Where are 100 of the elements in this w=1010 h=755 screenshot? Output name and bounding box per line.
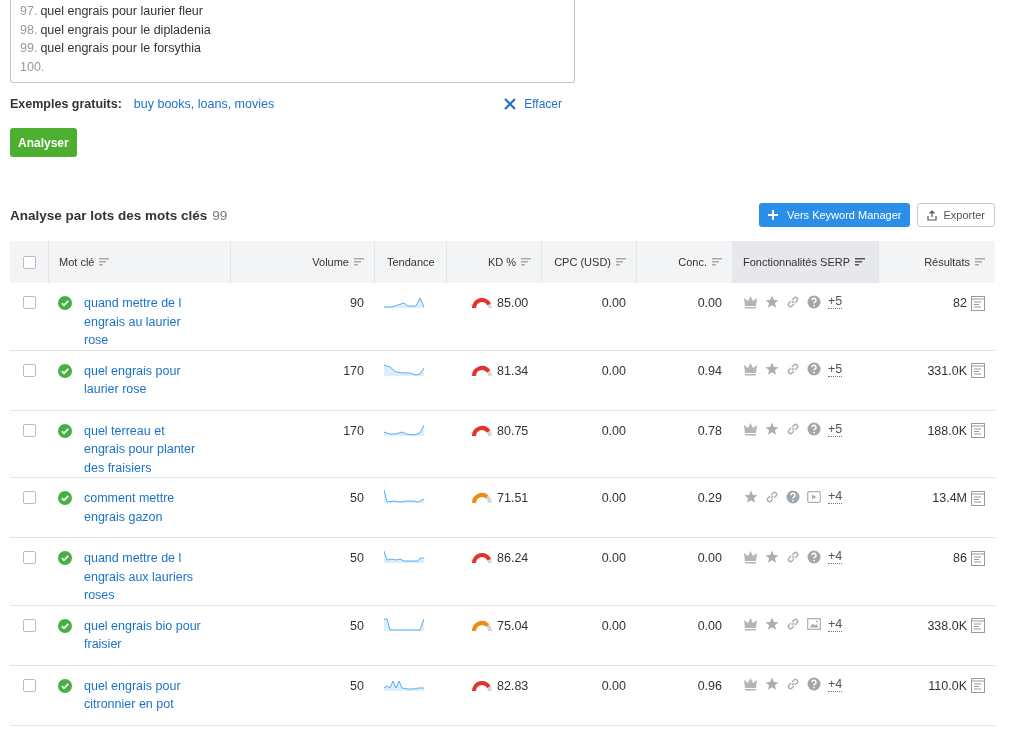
more-features-link[interactable]: +5	[828, 361, 843, 377]
difficulty-gauge-icon	[471, 552, 493, 565]
competition-cell-text: 0.96	[696, 677, 723, 695]
check-circle-icon	[58, 551, 72, 565]
star-icon	[765, 422, 779, 436]
kd-value: 81.34	[497, 362, 529, 380]
star-icon	[765, 294, 779, 309]
results-count: 99	[212, 207, 228, 223]
trend-sparkline	[384, 616, 424, 631]
more-features-link[interactable]: +5	[828, 421, 843, 437]
volume-cell-text: 90	[349, 295, 365, 312]
sort-icon	[521, 258, 531, 266]
competition-cell-text: 0.29	[696, 490, 723, 507]
column-header[interactable]: CPC (USD)	[541, 241, 636, 283]
difficulty-gauge-icon	[471, 679, 493, 692]
competition-cell-text: 0.94	[696, 362, 723, 380]
keyword-link[interactable]: comment mettre engrais gazon	[84, 489, 208, 526]
link-icon	[786, 294, 800, 309]
cpc-cell-text: 0.00	[600, 550, 627, 567]
keyword-link[interactable]: quel engrais pour citronnier en pot	[84, 676, 208, 714]
column-header[interactable]: Résultats	[878, 241, 995, 283]
examples-label: Exemples gratuits:	[10, 97, 122, 111]
crown-icon	[744, 422, 758, 436]
row-checkbox[interactable]	[22, 491, 36, 504]
export-button[interactable]: Exporter	[917, 203, 995, 227]
plus-icon	[768, 210, 779, 220]
more-features-link[interactable]: +5	[828, 294, 843, 309]
question-icon	[807, 294, 821, 309]
column-header[interactable]: KD %	[446, 241, 541, 283]
row-checkbox[interactable]	[22, 363, 36, 377]
results-cell-text: 86	[953, 550, 967, 567]
select-all-checkbox[interactable]	[22, 255, 36, 269]
keyword-link[interactable]: quel terreau et engrais pour planter des fraisiers	[84, 421, 208, 477]
kd-value: 85.00	[497, 295, 529, 312]
competition-cell-text: 0.78	[696, 422, 723, 440]
clear-button[interactable]: Effacer	[504, 97, 562, 111]
more-features-link[interactable]: +4	[828, 676, 843, 692]
keyword-link[interactable]: quand mettre de l engrais aux lauriers roses	[84, 549, 208, 605]
question-icon	[807, 422, 821, 436]
volume-cell-text: 50	[349, 550, 365, 567]
cpc-cell-text: 0.00	[600, 422, 627, 440]
competition-cell-text: 0.00	[696, 295, 723, 312]
column-header[interactable]: Tendance	[374, 241, 446, 283]
star-icon	[765, 617, 779, 631]
volume-cell-text: 170	[342, 362, 365, 380]
link-icon	[786, 422, 800, 436]
column-header[interactable]: Mot clé	[48, 241, 230, 283]
volume-cell-text: 50	[349, 617, 365, 635]
keyword-link[interactable]: quel engrais pour laurier rose	[84, 361, 208, 399]
keyword-input-field[interactable]: 97. quel engrais pour laurier fleur 98. quel engrais pour le dipladenia 99. quel engrais pour le forsythia 100.	[10, 0, 575, 83]
row-checkbox[interactable]	[22, 618, 36, 632]
serp-page-icon	[971, 295, 985, 311]
link-icon	[786, 549, 800, 564]
check-circle-icon	[58, 618, 72, 633]
row-checkbox[interactable]	[22, 551, 36, 564]
column-header[interactable]: Volume	[230, 241, 374, 283]
star-icon	[765, 362, 779, 376]
results-title: Analyse par lots des mots clés	[10, 207, 208, 223]
crown-icon	[744, 362, 758, 376]
row-checkbox[interactable]	[22, 423, 36, 437]
column-header[interactable]: Fonctionnalités SERP	[732, 241, 878, 283]
more-features-link[interactable]: +4	[828, 489, 843, 504]
results-cell-text: 13.4M	[932, 490, 967, 507]
results-cell-text: 331.0K	[927, 362, 967, 380]
serp-page-icon	[971, 678, 985, 694]
trend-sparkline	[384, 361, 424, 376]
crown-icon	[744, 677, 758, 691]
serp-page-icon	[971, 550, 985, 566]
row-checkbox[interactable]	[22, 296, 36, 309]
volume-cell-text: 170	[342, 422, 365, 440]
link-icon	[786, 617, 800, 631]
cpc-cell-text: 0.00	[600, 362, 627, 380]
sort-icon	[855, 258, 865, 266]
check-circle-icon	[58, 678, 72, 693]
difficulty-gauge-icon	[471, 492, 493, 505]
question-icon	[807, 362, 821, 376]
keyword-link[interactable]: quel engrais bio pour fraisier	[84, 616, 208, 654]
line-number: 97.	[20, 3, 38, 20]
link-icon	[765, 489, 779, 504]
cpc-cell-text: 0.00	[600, 490, 627, 507]
competition-cell-text: 0.00	[696, 617, 723, 635]
line-number: 99.	[20, 40, 38, 57]
play-icon	[807, 489, 821, 504]
competition-cell-text: 0.00	[696, 550, 723, 567]
serp-page-icon	[971, 490, 985, 506]
results-cell-text: 338.0K	[927, 617, 967, 635]
trend-sparkline	[384, 489, 424, 503]
more-features-link[interactable]: +4	[828, 549, 843, 564]
keyword-link[interactable]: quand mettre de l engrais au laurier rose	[84, 294, 208, 350]
keyword-line: quel engrais pour laurier fleur	[40, 3, 203, 20]
sort-icon	[616, 258, 626, 266]
question-icon	[807, 677, 821, 691]
examples-link[interactable]: buy books, loans, movies	[133, 97, 275, 111]
row-checkbox[interactable]	[22, 678, 36, 692]
star-icon	[765, 677, 779, 691]
more-features-link[interactable]: +4	[828, 616, 843, 632]
results-cell-text: 110.0K	[928, 677, 967, 695]
serp-page-icon	[971, 423, 985, 439]
sort-icon	[712, 258, 722, 266]
close-icon	[504, 98, 517, 110]
